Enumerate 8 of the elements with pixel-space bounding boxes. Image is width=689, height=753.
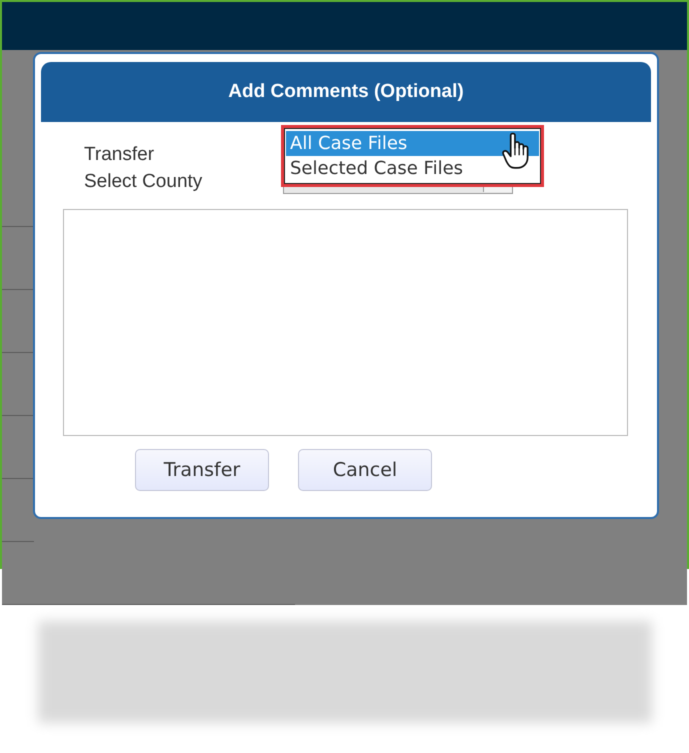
dialog-button[interactable]: Cancel <box>298 449 432 491</box>
dialog-button[interactable]: Transfer <box>135 449 269 491</box>
dropdown-option[interactable]: All Case Files <box>286 131 539 156</box>
field-label: Select County <box>84 171 204 194</box>
comment-field[interactable] <box>63 209 628 436</box>
hand-cursor-icon <box>502 132 528 169</box>
dialog-title: Add Comments (Optional) <box>41 62 651 122</box>
field-label: Transfer <box>84 144 156 167</box>
